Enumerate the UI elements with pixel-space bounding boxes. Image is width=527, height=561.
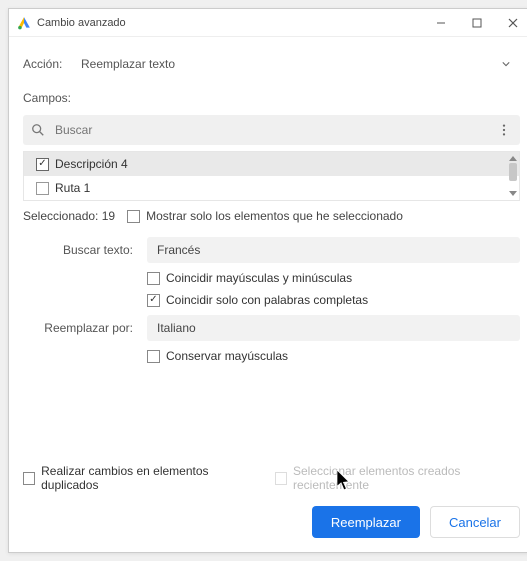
close-button[interactable] — [496, 12, 527, 34]
replace-input[interactable] — [147, 315, 520, 341]
duplicate-items-checkbox[interactable]: Realizar cambios en elementos duplicados — [23, 464, 251, 492]
list-item-checkbox[interactable] — [36, 182, 49, 195]
list-item-label: Descripción 4 — [55, 157, 128, 171]
recent-items-label: Seleccionar elementos creados recienteme… — [293, 464, 520, 492]
find-input[interactable] — [147, 237, 520, 263]
window-controls — [424, 12, 527, 34]
action-select[interactable]: Reemplazar texto — [71, 51, 520, 77]
scroll-down-icon[interactable] — [508, 189, 518, 199]
scroll-thumb[interactable] — [509, 163, 517, 181]
list-item[interactable]: Ruta 1 — [24, 176, 519, 200]
dialog-footer: Realizar cambios en elementos duplicados… — [9, 454, 527, 552]
replace-button[interactable]: Reemplazar — [312, 506, 420, 538]
duplicate-items-label: Realizar cambios en elementos duplicados — [41, 464, 251, 492]
fields-search-input[interactable] — [55, 123, 496, 137]
show-only-selected-label: Mostrar solo los elementos que he selecc… — [146, 209, 403, 223]
replace-form: Buscar texto: Coincidir mayúsculas y min… — [23, 237, 520, 371]
selection-count: Seleccionado: 19 — [23, 209, 115, 223]
preserve-case-checkbox[interactable]: Conservar mayúsculas — [147, 349, 288, 363]
action-label: Acción: — [23, 57, 71, 71]
dialog-content: Acción: Reemplazar texto Campos: — [9, 37, 527, 454]
action-value: Reemplazar texto — [81, 57, 175, 71]
whole-word-label: Coincidir solo con palabras completas — [166, 293, 368, 307]
window-title: Cambio avanzado — [37, 17, 424, 29]
find-label: Buscar texto: — [29, 243, 147, 257]
fields-list: Descripción 4 Ruta 1 — [23, 151, 520, 201]
fields-label: Campos: — [23, 91, 520, 105]
selection-row: Seleccionado: 19 Mostrar solo los elemen… — [23, 209, 520, 223]
preserve-case-label: Conservar mayúsculas — [166, 349, 288, 363]
action-row: Acción: Reemplazar texto — [23, 51, 520, 77]
chevron-down-icon — [502, 60, 510, 68]
whole-word-checkbox[interactable]: Coincidir solo con palabras completas — [147, 293, 368, 307]
dialog-window: Cambio avanzado Acción: Reemplazar texto… — [8, 8, 527, 553]
list-item-checkbox[interactable] — [36, 158, 49, 171]
list-scrollbar[interactable] — [508, 153, 518, 199]
fields-search — [23, 115, 520, 145]
scroll-up-icon[interactable] — [508, 153, 518, 163]
show-only-selected-checkbox[interactable]: Mostrar solo los elementos que he selecc… — [127, 209, 403, 223]
minimize-button[interactable] — [424, 12, 458, 34]
match-case-checkbox[interactable]: Coincidir mayúsculas y minúsculas — [147, 271, 352, 285]
more-options-icon[interactable] — [496, 123, 512, 137]
recent-items-checkbox: Seleccionar elementos creados recienteme… — [275, 464, 520, 492]
maximize-button[interactable] — [460, 12, 494, 34]
match-case-label: Coincidir mayúsculas y minúsculas — [166, 271, 352, 285]
list-item-label: Ruta 1 — [55, 181, 90, 195]
titlebar: Cambio avanzado — [9, 9, 527, 37]
cancel-button[interactable]: Cancelar — [430, 506, 520, 538]
replace-label: Reemplazar por: — [29, 321, 147, 335]
search-icon — [31, 123, 47, 137]
app-logo-icon — [17, 16, 31, 30]
list-item[interactable]: Descripción 4 — [24, 152, 519, 176]
